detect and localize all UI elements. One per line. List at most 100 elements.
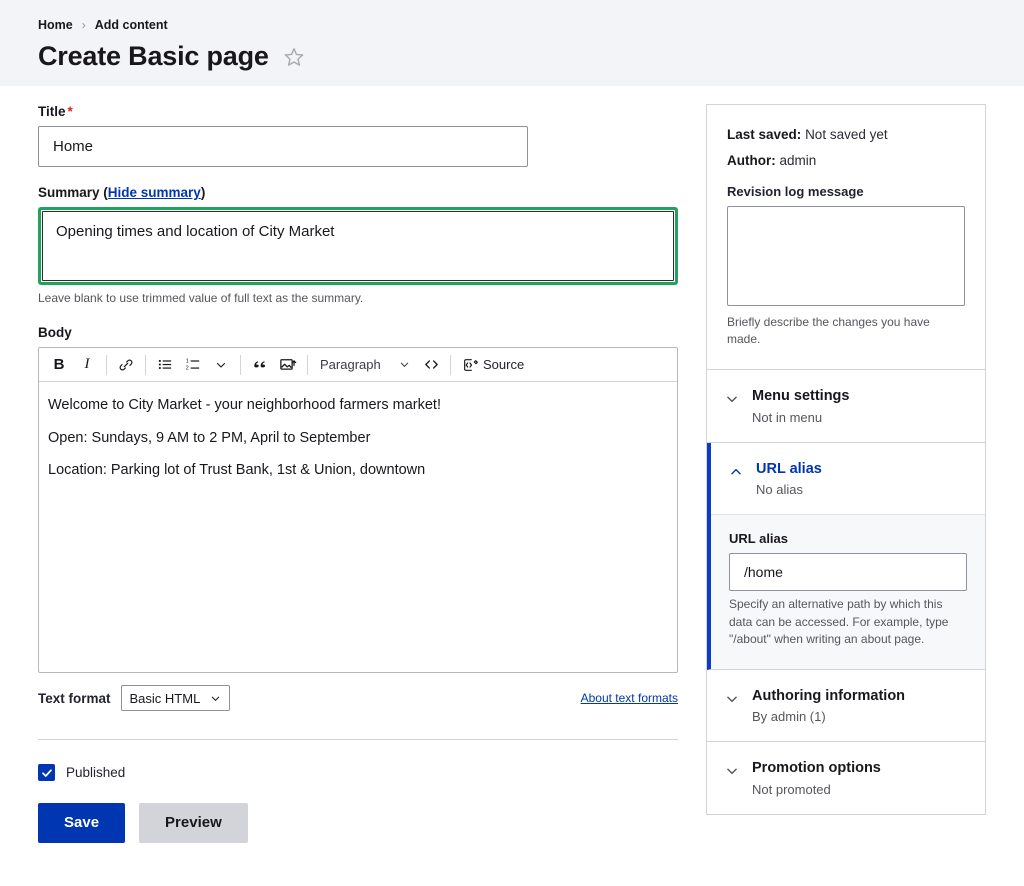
published-row: Published <box>38 764 678 781</box>
summary-description: Leave blank to use trimmed value of full… <box>38 290 678 307</box>
summary-label-prefix: Summary ( <box>38 185 108 200</box>
author-label: Author: <box>727 153 776 168</box>
rich-text-editor: B I <box>38 347 678 673</box>
sidebar-column: Last saved: Not saved yet Author: admin … <box>706 104 986 815</box>
breadcrumb-item-home[interactable]: Home <box>38 18 73 32</box>
save-button[interactable]: Save <box>38 803 125 843</box>
published-checkbox[interactable] <box>38 764 55 781</box>
summary-field-group: Summary (Hide summary) Leave blank to us… <box>38 185 678 307</box>
bulleted-list-icon[interactable] <box>151 352 179 378</box>
accordion-title: URL alias <box>756 461 822 477</box>
source-button-label: Source <box>483 357 524 372</box>
editor-content-area[interactable]: Welcome to City Market - your neighborho… <box>39 382 677 672</box>
revision-log-label: Revision log message <box>727 184 965 199</box>
author-value: admin <box>780 153 817 168</box>
revision-log-description: Briefly describe the changes you have ma… <box>727 314 965 349</box>
toolbar-divider <box>145 355 146 375</box>
toolbar-divider <box>307 355 308 375</box>
title-field-group: Title* <box>38 104 678 167</box>
editor-toolbar: B I <box>39 348 677 382</box>
page-header: Home › Add content Create Basic page <box>0 0 1024 86</box>
breadcrumb: Home › Add content <box>38 18 986 32</box>
source-button[interactable]: Source <box>456 352 530 378</box>
link-icon[interactable] <box>112 352 140 378</box>
url-alias-description: Specify an alternative path by which thi… <box>729 596 967 648</box>
required-marker: * <box>68 104 73 119</box>
hide-summary-link[interactable]: Hide summary <box>108 185 201 200</box>
accordion-title: Promotion options <box>752 760 881 776</box>
meta-info-block: Last saved: Not saved yet Author: admin … <box>707 105 985 370</box>
url-alias-label: URL alias <box>729 531 967 546</box>
preview-button[interactable]: Preview <box>139 803 248 843</box>
editor-paragraph: Open: Sundays, 9 AM to 2 PM, April to Se… <box>48 427 668 449</box>
chevron-down-icon <box>725 759 739 781</box>
editor-paragraph: Welcome to City Market - your neighborho… <box>48 394 668 416</box>
section-divider <box>38 739 678 740</box>
author-line: Author: admin <box>727 153 965 168</box>
accordion-summary: Not promoted <box>752 782 881 797</box>
image-upload-icon[interactable] <box>274 352 302 378</box>
toolbar-divider <box>240 355 241 375</box>
accordion-summary: Not in menu <box>752 410 849 425</box>
accordion-authoring-information-header[interactable]: Authoring information By admin (1) <box>707 670 985 742</box>
body-label: Body <box>38 325 678 340</box>
italic-icon[interactable]: I <box>73 352 101 378</box>
source-icon <box>462 357 478 373</box>
accordion-url-alias-header[interactable]: URL alias No alias <box>711 443 985 515</box>
chevron-down-icon[interactable] <box>207 352 235 378</box>
paragraph-format-value: Paragraph <box>320 357 381 372</box>
accordion-promotion-options-header[interactable]: Promotion options Not promoted <box>707 742 985 814</box>
accordion-summary: By admin (1) <box>752 709 905 724</box>
accordion-promotion-options: Promotion options Not promoted <box>707 742 985 814</box>
text-format-select[interactable]: Basic HTML <box>121 685 231 711</box>
summary-label: Summary (Hide summary) <box>38 185 678 200</box>
accordion-title: Authoring information <box>752 688 905 704</box>
star-outline-icon[interactable] <box>283 46 305 68</box>
check-icon <box>41 767 53 779</box>
breadcrumb-separator-icon: › <box>82 18 86 32</box>
toolbar-divider <box>106 355 107 375</box>
main-form-column: Title* Summary (Hide summary) Leave blan… <box>38 86 678 843</box>
bold-icon[interactable]: B <box>45 352 73 378</box>
text-format-row: Text format Basic HTML About text format… <box>38 685 678 711</box>
node-meta-panel: Last saved: Not saved yet Author: admin … <box>706 104 986 815</box>
page-title: Create Basic page <box>38 41 269 72</box>
svg-text:1: 1 <box>185 359 188 365</box>
title-label-text: Title <box>38 104 66 119</box>
title-input[interactable] <box>38 126 528 167</box>
chevron-down-icon <box>399 359 410 370</box>
last-saved-value: Not saved yet <box>805 127 888 142</box>
chevron-down-icon <box>210 693 221 704</box>
toolbar-divider <box>450 355 451 375</box>
last-saved-line: Last saved: Not saved yet <box>727 127 965 142</box>
code-icon[interactable] <box>417 352 445 378</box>
about-text-formats-link[interactable]: About text formats <box>581 691 678 705</box>
chevron-up-icon <box>729 460 743 482</box>
summary-label-suffix: ) <box>201 185 206 200</box>
accordion-menu-settings-header[interactable]: Menu settings Not in menu <box>707 370 985 442</box>
svg-text:2: 2 <box>185 366 188 372</box>
editor-paragraph: Location: Parking lot of Trust Bank, 1st… <box>48 459 668 481</box>
summary-focus-ring <box>38 207 678 285</box>
numbered-list-icon[interactable]: 1 2 <box>179 352 207 378</box>
summary-textarea[interactable] <box>42 211 674 281</box>
form-actions: Save Preview <box>38 803 678 843</box>
accordion-summary: No alias <box>756 482 822 497</box>
accordion-url-alias: URL alias No alias URL alias Specify an … <box>707 443 985 670</box>
paragraph-format-dropdown[interactable]: Paragraph <box>313 352 417 378</box>
chevron-down-icon <box>725 387 739 409</box>
text-format-value: Basic HTML <box>130 691 201 706</box>
accordion-menu-settings: Menu settings Not in menu <box>707 370 985 443</box>
text-format-label: Text format <box>38 691 111 706</box>
page-layout: Title* Summary (Hide summary) Leave blan… <box>0 86 1024 843</box>
chevron-down-icon <box>725 687 739 709</box>
revision-log-textarea[interactable] <box>727 206 965 306</box>
url-alias-panel: URL alias Specify an alternative path by… <box>711 514 985 668</box>
accordion-authoring-information: Authoring information By admin (1) <box>707 670 985 743</box>
published-label: Published <box>66 765 125 780</box>
accordion-title: Menu settings <box>752 388 849 404</box>
breadcrumb-item-add-content[interactable]: Add content <box>95 18 168 32</box>
url-alias-input[interactable] <box>729 553 967 591</box>
blockquote-icon[interactable] <box>246 352 274 378</box>
last-saved-label: Last saved: <box>727 127 801 142</box>
